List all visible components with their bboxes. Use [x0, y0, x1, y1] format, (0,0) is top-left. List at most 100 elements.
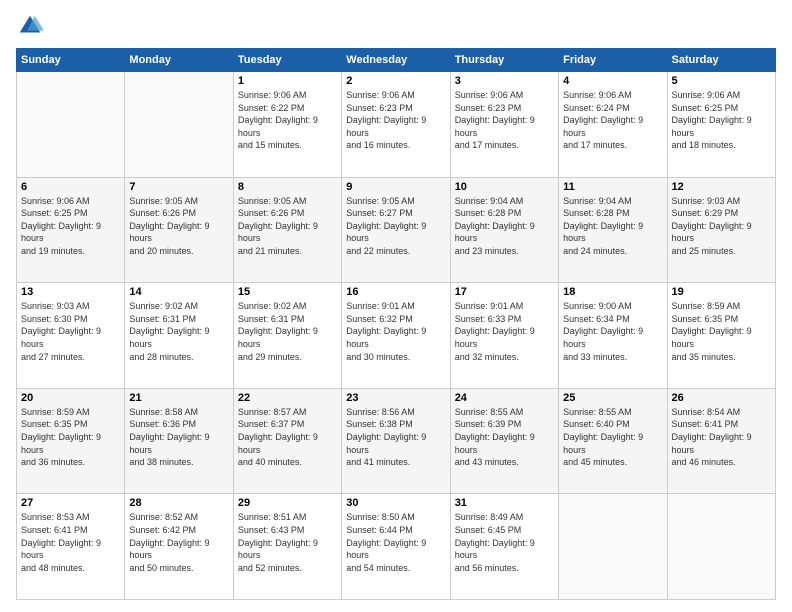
daylight-label: Daylight: Daylight: 9 hours	[238, 326, 318, 349]
daylight-label: Daylight: Daylight: 9 hours	[21, 221, 101, 244]
sunrise-text: Sunrise: 9:05 AM	[238, 196, 307, 206]
daylight-minutes: and 23 minutes.	[455, 246, 519, 256]
daylight-label: Daylight: Daylight: 9 hours	[346, 115, 426, 138]
calendar-week-row: 27Sunrise: 8:53 AMSunset: 6:41 PMDayligh…	[17, 494, 776, 600]
daylight-label: Daylight: Daylight: 9 hours	[238, 221, 318, 244]
daylight-minutes: and 43 minutes.	[455, 457, 519, 467]
sunrise-text: Sunrise: 8:59 AM	[672, 301, 741, 311]
daylight-minutes: and 50 minutes.	[129, 563, 193, 573]
calendar-cell: 17Sunrise: 9:01 AMSunset: 6:33 PMDayligh…	[450, 283, 558, 389]
day-number: 8	[238, 181, 337, 193]
day-number: 5	[672, 75, 771, 87]
calendar-cell: 1Sunrise: 9:06 AMSunset: 6:22 PMDaylight…	[233, 72, 341, 178]
calendar-cell	[667, 494, 775, 600]
sunrise-text: Sunrise: 8:59 AM	[21, 407, 90, 417]
daylight-label: Daylight: Daylight: 9 hours	[346, 221, 426, 244]
daylight-minutes: and 27 minutes.	[21, 352, 85, 362]
day-info: Sunrise: 8:49 AMSunset: 6:45 PMDaylight:…	[455, 511, 554, 574]
daylight-label: Daylight: Daylight: 9 hours	[672, 115, 752, 138]
daylight-label: Daylight: Daylight: 9 hours	[455, 538, 535, 561]
page: SundayMondayTuesdayWednesdayThursdayFrid…	[0, 0, 792, 612]
calendar-cell: 20 Sunrise: 8:59 AMSunset: 6:35 PMDayligh…	[17, 388, 125, 494]
daylight-label: Daylight: Daylight: 9 hours	[672, 432, 752, 455]
day-number: 21	[129, 392, 228, 404]
calendar-cell: 25Sunrise: 8:55 AMSunset: 6:40 PMDayligh…	[559, 388, 667, 494]
sunset-text: Sunset: 6:23 PM	[346, 103, 413, 113]
calendar-cell: 16Sunrise: 9:01 AMSunset: 6:32 PMDayligh…	[342, 283, 450, 389]
day-number: 27	[21, 497, 120, 509]
calendar-week-row: 13 Sunrise: 9:03 AMSunset: 6:30 PMDayligh…	[17, 283, 776, 389]
calendar-cell: 13 Sunrise: 9:03 AMSunset: 6:30 PMDayligh…	[17, 283, 125, 389]
day-number: 18	[563, 286, 662, 298]
daylight-label: Daylight: Daylight: 9 hours	[563, 115, 643, 138]
calendar-cell	[559, 494, 667, 600]
sunset-text: Sunset: 6:31 PM	[129, 314, 196, 324]
calendar-cell: 14Sunrise: 9:02 AMSunset: 6:31 PMDayligh…	[125, 283, 233, 389]
header	[16, 12, 776, 40]
daylight-minutes: and 25 minutes.	[672, 246, 736, 256]
day-info: Sunrise: 9:06 AMSunset: 6:25 PMDaylight:…	[21, 195, 120, 258]
day-info: Sunrise: 9:06 AMSunset: 6:23 PMDaylight:…	[455, 89, 554, 152]
daylight-label: Daylight: Daylight: 9 hours	[21, 432, 101, 455]
daylight-minutes: and 52 minutes.	[238, 563, 302, 573]
calendar-cell: 8 Sunrise: 9:05 AM Sunset: 6:26 PM Daylight…	[233, 177, 341, 283]
calendar-table: SundayMondayTuesdayWednesdayThursdayFrid…	[16, 48, 776, 600]
daylight-minutes: and 41 minutes.	[346, 457, 410, 467]
day-info: Sunrise: 9:03 AMSunset: 6:30 PMDaylight:…	[21, 300, 120, 363]
sunrise-text: Sunrise: 9:03 AM	[21, 301, 90, 311]
sunrise-text: Sunrise: 9:04 AM	[563, 196, 632, 206]
calendar-cell: 7Sunrise: 9:05 AMSunset: 6:26 PMDaylight…	[125, 177, 233, 283]
sunrise-text: Sunrise: 8:58 AM	[129, 407, 198, 417]
day-number: 13	[21, 286, 120, 298]
logo	[16, 12, 48, 40]
weekday-header: Tuesday	[233, 49, 341, 72]
day-info: Sunrise: 8:55 AMSunset: 6:40 PMDaylight:…	[563, 406, 662, 469]
daylight-minutes: and 17 minutes.	[563, 140, 627, 150]
daylight-minutes: and 16 minutes.	[346, 140, 410, 150]
sunset-text: Sunset: 6:41 PM	[672, 419, 739, 429]
sunset-text: Sunset: 6:26 PM	[238, 208, 305, 218]
calendar-week-row: 6Sunrise: 9:06 AMSunset: 6:25 PMDaylight…	[17, 177, 776, 283]
weekday-header: Monday	[125, 49, 233, 72]
day-info: Sunrise: 9:05 AM Sunset: 6:26 PM Daylight:…	[238, 195, 337, 258]
day-info: Sunrise: 9:06 AMSunset: 6:25 PMDaylight:…	[672, 89, 771, 152]
day-info: Sunrise: 8:58 AMSunset: 6:36 PMDaylight:…	[129, 406, 228, 469]
day-number: 15	[238, 286, 337, 298]
daylight-minutes: and 46 minutes.	[672, 457, 736, 467]
sunset-text: Sunset: 6:42 PM	[129, 525, 196, 535]
day-number: 19	[672, 286, 771, 298]
sunset-text: Sunset: 6:39 PM	[455, 419, 522, 429]
sunset-text: Sunset: 6:31 PM	[238, 314, 305, 324]
daylight-minutes: and 32 minutes.	[455, 352, 519, 362]
calendar-cell: 6Sunrise: 9:06 AMSunset: 6:25 PMDaylight…	[17, 177, 125, 283]
calendar-cell	[125, 72, 233, 178]
calendar-cell: 2Sunrise: 9:06 AMSunset: 6:23 PMDaylight…	[342, 72, 450, 178]
calendar-cell: 11Sunrise: 9:04 AMSunset: 6:28 PMDayligh…	[559, 177, 667, 283]
calendar-cell: 3Sunrise: 9:06 AMSunset: 6:23 PMDaylight…	[450, 72, 558, 178]
sunrise-text: Sunrise: 9:05 AM	[346, 196, 415, 206]
calendar-cell: 19Sunrise: 8:59 AMSunset: 6:35 PMDayligh…	[667, 283, 775, 389]
daylight-label: Daylight: Daylight: 9 hours	[129, 538, 209, 561]
day-number: 20	[21, 392, 120, 404]
calendar-cell: 15 Sunrise: 9:02 AM Sunset: 6:31 PM Dayligh…	[233, 283, 341, 389]
sunrise-text: Sunrise: 9:02 AM	[129, 301, 198, 311]
day-number: 10	[455, 181, 554, 193]
calendar-cell: 23Sunrise: 8:56 AMSunset: 6:38 PMDayligh…	[342, 388, 450, 494]
daylight-label: Daylight: Daylight: 9 hours	[129, 221, 209, 244]
calendar-cell: 26Sunrise: 8:54 AMSunset: 6:41 PMDayligh…	[667, 388, 775, 494]
calendar-cell: 28Sunrise: 8:52 AMSunset: 6:42 PMDayligh…	[125, 494, 233, 600]
sunrise-text: Sunrise: 8:54 AM	[672, 407, 741, 417]
day-number: 4	[563, 75, 662, 87]
calendar-cell: 5 Sunrise: 9:06 AMSunset: 6:25 PMDaylight…	[667, 72, 775, 178]
sunrise-text: Sunrise: 9:02 AM	[238, 301, 307, 311]
day-number: 9	[346, 181, 445, 193]
sunset-text: Sunset: 6:34 PM	[563, 314, 630, 324]
day-info: Sunrise: 8:51 AMSunset: 6:43 PMDaylight:…	[238, 511, 337, 574]
daylight-minutes: and 29 minutes.	[238, 352, 302, 362]
daylight-minutes: and 48 minutes.	[21, 563, 85, 573]
day-info: Sunrise: 9:06 AMSunset: 6:23 PMDaylight:…	[346, 89, 445, 152]
day-info: Sunrise: 8:59 AMSunset: 6:35 PMDaylight:…	[21, 406, 120, 469]
daylight-label: Daylight: Daylight: 9 hours	[238, 432, 318, 455]
daylight-minutes: and 22 minutes.	[346, 246, 410, 256]
calendar-cell: 4Sunrise: 9:06 AMSunset: 6:24 PMDaylight…	[559, 72, 667, 178]
